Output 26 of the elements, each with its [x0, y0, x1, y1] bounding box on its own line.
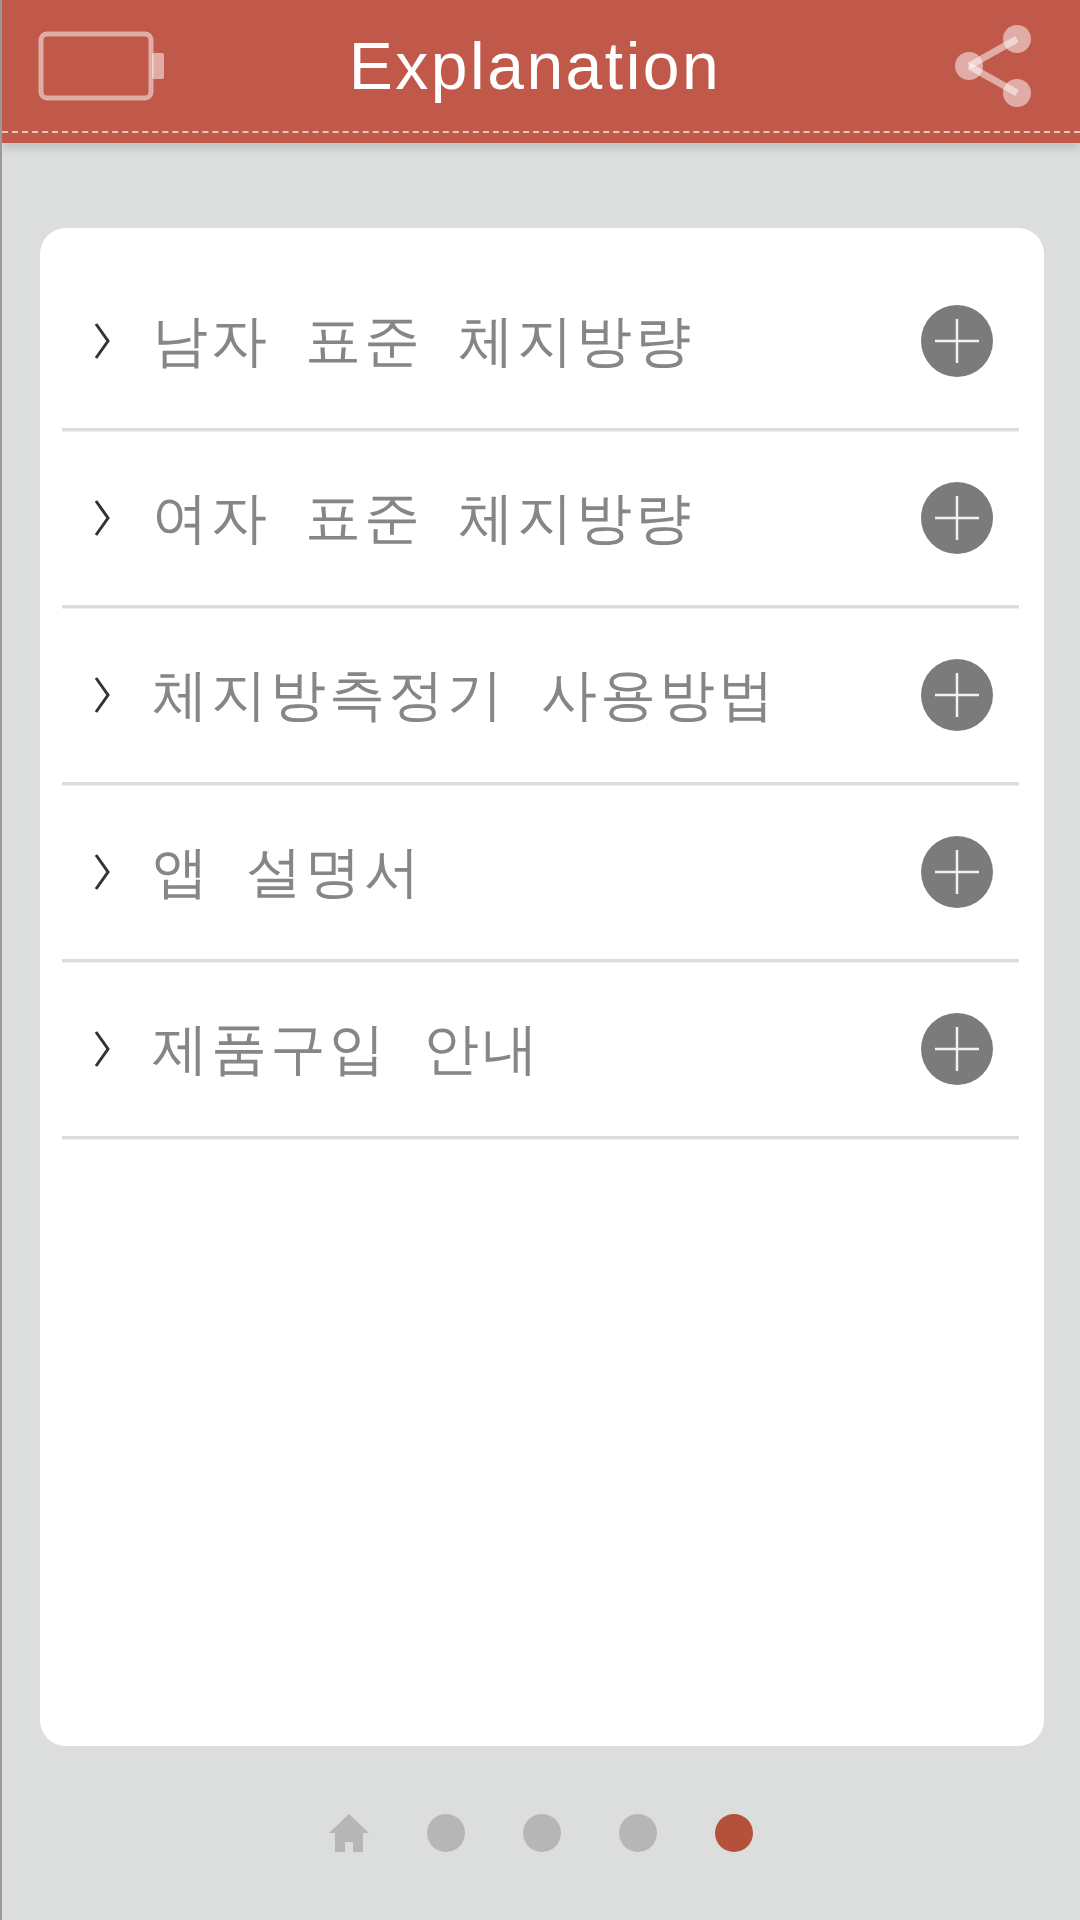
page-dot-icon[interactable] [619, 1814, 657, 1852]
list-item[interactable]: 여자 표준 체지방량 [62, 431, 1019, 608]
share-icon[interactable] [954, 23, 1032, 108]
item-label: 남자 표준 체지방량 [152, 310, 695, 372]
list-item[interactable]: 제품구입 안내 [62, 962, 1019, 1139]
chevron-icon [94, 677, 110, 713]
item-label: 체지방측정기 사용방법 [152, 664, 778, 726]
chevron-icon [94, 1031, 110, 1067]
chevron-icon [94, 323, 110, 359]
battery-icon [38, 30, 164, 101]
item-label: 여자 표준 체지방량 [152, 487, 695, 549]
plus-icon[interactable] [921, 305, 993, 377]
plus-icon[interactable] [921, 1013, 993, 1085]
plus-icon[interactable] [921, 659, 993, 731]
chevron-icon [94, 500, 110, 536]
plus-icon[interactable] [921, 836, 993, 908]
page-dot-icon[interactable] [523, 1814, 561, 1852]
list-item[interactable]: 남자 표준 체지방량 [62, 254, 1019, 431]
page-dot-icon[interactable] [427, 1814, 465, 1852]
item-label: 앱 설명서 [152, 841, 424, 903]
plus-icon[interactable] [921, 482, 993, 554]
page-dot-icon[interactable] [715, 1814, 753, 1852]
list-item[interactable]: 앱 설명서 [62, 785, 1019, 962]
list-item[interactable]: 체지방측정기 사용방법 [62, 608, 1019, 785]
chevron-icon [94, 854, 110, 890]
item-label: 제품구입 안내 [152, 1018, 542, 1080]
